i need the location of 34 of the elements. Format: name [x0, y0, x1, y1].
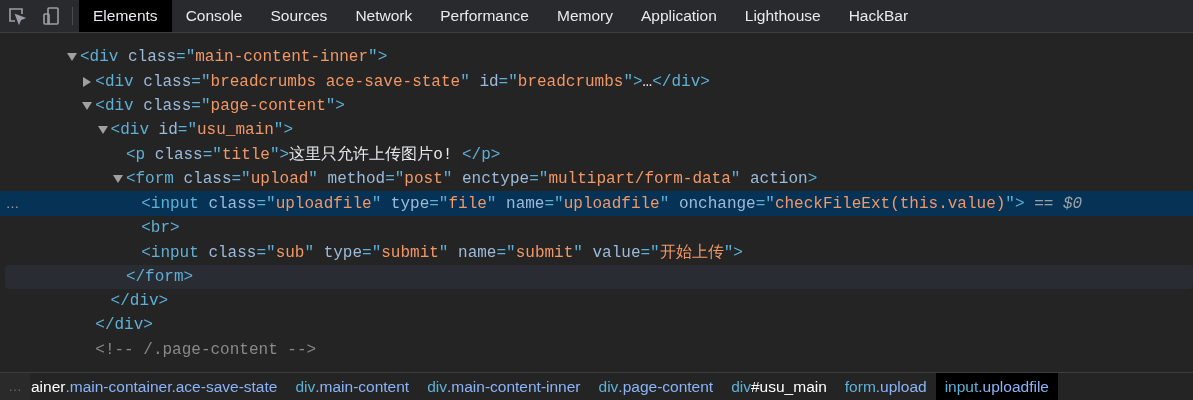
panel-tab[interactable]: Sources [256, 0, 342, 32]
code-line[interactable]: <div class="breadcrumbs ace-save-state" id="breadcrumbs">…</div> [95, 72, 710, 91]
more-marker[interactable]: … [6, 196, 19, 212]
breadcrumb-item[interactable]: div#usu_main [722, 373, 836, 400]
panel-tab[interactable]: Elements [79, 0, 172, 32]
code-line[interactable]: <input class="sub" type="submit" name="submit" value="开始上传"> [141, 241, 743, 263]
code-line[interactable]: <br> [141, 218, 180, 237]
collapsed-arrow-icon[interactable] [82, 76, 93, 87]
expanded-arrow-icon[interactable] [112, 174, 123, 185]
code-line[interactable]: <div class="main-content-inner"> [80, 48, 388, 67]
code-line[interactable]: <!-- /.page-content --> [95, 340, 317, 359]
expanded-arrow-icon[interactable] [82, 100, 93, 111]
panel-tab[interactable]: Network [341, 0, 427, 32]
breadcrumb-item[interactable]: input.uploadfile [935, 373, 1058, 400]
breadcrumb-item[interactable]: div.main-content [286, 373, 419, 400]
panel-tab[interactable]: HackBar [834, 0, 923, 32]
panel-tab[interactable]: Memory [542, 0, 627, 32]
code-line[interactable]: <div class="page-content"> [95, 96, 345, 115]
breadcrumb-item[interactable]: div.page-content [589, 373, 723, 400]
code-line[interactable]: <input class="uploadfile" type="file" name="uploadfile" onchange="checkFileExt(this.value)"> == $0 [141, 194, 1083, 213]
code-line[interactable]: <p class="title">这里只允许上传图片o! </p> [125, 144, 501, 166]
panel-tab[interactable]: Performance [426, 0, 543, 32]
expanded-arrow-icon[interactable] [67, 52, 77, 63]
code-line[interactable]: </form> [125, 267, 194, 286]
panel-tab[interactable]: Lighthouse [730, 0, 835, 32]
expanded-arrow-icon[interactable] [97, 125, 108, 136]
breadcrumb-item[interactable]: div.main-content-inner [418, 373, 590, 400]
panel-tab[interactable]: Console [171, 0, 257, 32]
code-line[interactable]: </div> [110, 292, 169, 311]
code-line[interactable]: <div id="usu_main"> [110, 121, 294, 140]
panel-tab[interactable]: Application [626, 0, 731, 32]
breadcrumb-item[interactable]: form.upload [835, 373, 936, 400]
code-line[interactable]: <form class="upload" method="post" enctype="multipart/form-data" action> [125, 170, 818, 189]
code-line[interactable]: </div> [95, 316, 153, 335]
